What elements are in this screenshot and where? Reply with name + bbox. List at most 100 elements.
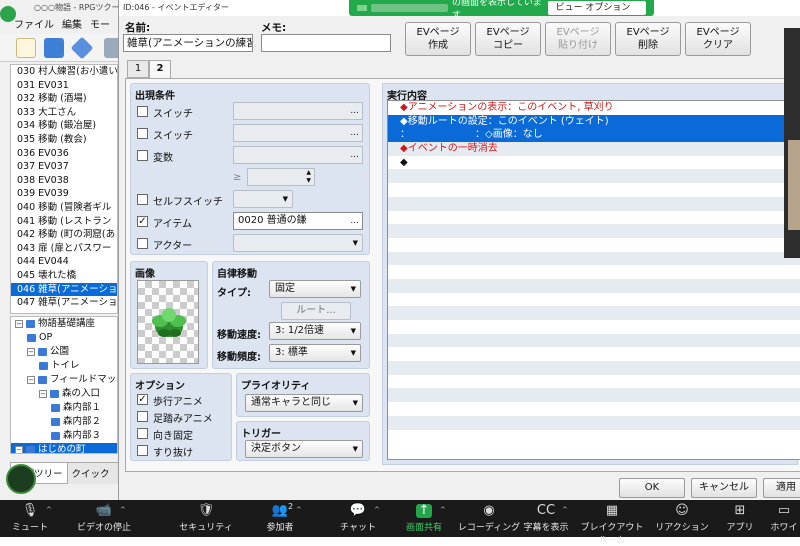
event-list-item[interactable]: 042 移動 (町の洞窟(あ bbox=[11, 228, 117, 242]
caret-up-icon[interactable]: ^ bbox=[562, 506, 568, 514]
move-type-dropdown[interactable]: 固定 ▼ bbox=[269, 280, 361, 298]
command-line-empty[interactable] bbox=[388, 430, 800, 444]
caret-up-icon[interactable]: ^ bbox=[296, 506, 302, 514]
event-list[interactable]: 030 村人練習(お小遣い 031 EV031 032 移動 (酒場) 033 大工さ… bbox=[10, 64, 118, 314]
event-list-item[interactable]: 033 大工さん bbox=[11, 106, 117, 120]
event-list-item[interactable]: 046 雑草(アニメーショ bbox=[11, 282, 117, 297]
command-line[interactable]: ◆ bbox=[388, 156, 800, 170]
event-list-item[interactable]: 034 移動 (鍛冶屋) bbox=[11, 119, 117, 133]
caret-up-icon[interactable]: ^ bbox=[46, 506, 52, 514]
tab-page-1[interactable]: 1 bbox=[127, 60, 149, 78]
self-switch-dropdown[interactable]: ▼ bbox=[233, 190, 293, 208]
command-line-empty[interactable] bbox=[388, 347, 800, 361]
item-checkbox[interactable]: ✓ bbox=[137, 216, 148, 227]
command-line-empty[interactable] bbox=[388, 333, 800, 348]
collapse-icon[interactable]: − bbox=[15, 445, 23, 453]
walk-anim-checkbox[interactable]: ✓ bbox=[137, 394, 148, 405]
paste-page-button[interactable]: EVページ 貼り付け bbox=[545, 22, 611, 56]
name-field[interactable]: 雑草(アニメーションの練習) bbox=[123, 34, 253, 52]
command-line[interactable]: ： ：◇画像：なし bbox=[388, 128, 800, 143]
command-line[interactable]: ◆アニメーションの表示：このイベント, 草刈り bbox=[388, 101, 800, 115]
new-project-icon[interactable] bbox=[16, 38, 36, 58]
switch2-field[interactable]: ... bbox=[233, 124, 363, 142]
view-options-button[interactable]: ビュー オプション ⌄ bbox=[547, 1, 646, 27]
command-line-empty[interactable] bbox=[388, 169, 800, 184]
variable-value-spinner[interactable]: ▲ ▼ bbox=[247, 168, 315, 186]
route-button[interactable]: ルート... bbox=[281, 302, 351, 320]
share-button[interactable]: ↑ 画面共有 ^ bbox=[390, 500, 458, 537]
menu-file[interactable]: ファイル bbox=[14, 16, 54, 32]
command-line-empty[interactable] bbox=[388, 196, 800, 211]
event-list-item[interactable]: 036 EV036 bbox=[11, 147, 117, 161]
actor-checkbox[interactable] bbox=[137, 238, 148, 249]
command-line-empty[interactable] bbox=[388, 238, 800, 252]
event-list-item[interactable]: 045 壊れた橋 bbox=[11, 269, 117, 283]
breakout-button[interactable]: ▦ ブレイクアウト ルーム bbox=[578, 500, 646, 546]
event-list-item[interactable]: 035 移動 (教会) bbox=[11, 133, 117, 147]
clear-page-button[interactable]: EVページ クリア bbox=[685, 22, 751, 56]
caret-up-icon[interactable]: ^ bbox=[440, 506, 446, 514]
apply-button[interactable]: 適用 bbox=[763, 478, 800, 498]
event-list-item[interactable]: 040 移動 (冒険者ギル bbox=[11, 201, 117, 215]
command-line-empty[interactable] bbox=[388, 402, 800, 416]
spinner-arrows-icon[interactable]: ▲ ▼ bbox=[306, 169, 311, 185]
command-line-empty[interactable] bbox=[388, 306, 800, 320]
command-line-empty[interactable] bbox=[388, 375, 800, 389]
video-button[interactable]: 📹 ビデオの停止 ^ bbox=[70, 500, 138, 537]
command-list[interactable]: ◆アニメーションの表示：このイベント, 草刈り ◆移動ルートの設定：このイベント … bbox=[387, 100, 800, 460]
switch1-ellipsis[interactable]: ... bbox=[350, 103, 359, 119]
whiteboard-button[interactable]: ▭ ホワイ bbox=[750, 500, 800, 537]
self-switch-checkbox[interactable] bbox=[137, 194, 148, 205]
event-list-item[interactable]: 041 移動 (レストラン bbox=[11, 215, 117, 229]
variable-checkbox[interactable] bbox=[137, 150, 148, 161]
command-line-empty[interactable] bbox=[388, 251, 800, 266]
switch1-field[interactable]: ... bbox=[233, 102, 363, 120]
event-list-item[interactable]: 030 村人練習(お小遣い bbox=[11, 65, 117, 79]
map-tree-item[interactable]: トイレ bbox=[11, 359, 117, 373]
actor-dropdown[interactable]: ▼ bbox=[233, 234, 363, 252]
event-list-item[interactable]: 031 EV031 bbox=[11, 79, 117, 93]
map-tree-item[interactable]: − 森の入口 bbox=[11, 387, 117, 401]
menu-edit[interactable]: 編集 bbox=[62, 16, 82, 32]
event-list-item[interactable]: 043 扉 (扉とパスワー bbox=[11, 242, 117, 256]
caret-up-icon[interactable]: ^ bbox=[120, 506, 126, 514]
map-tree-item[interactable]: 森内部３ bbox=[11, 429, 117, 443]
participants-button[interactable]: 👥 参加者 2 ^ bbox=[246, 500, 314, 537]
event-list-item[interactable]: 037 EV037 bbox=[11, 160, 117, 174]
command-line-empty[interactable] bbox=[388, 183, 800, 197]
map-tree-item[interactable]: 森内部１ bbox=[11, 401, 117, 415]
switch2-ellipsis[interactable]: ... bbox=[350, 125, 359, 141]
map-tree-item[interactable]: − はじめの町 bbox=[11, 443, 117, 453]
security-button[interactable]: 🛡 セキュリティ bbox=[172, 500, 240, 537]
command-line-empty[interactable] bbox=[388, 278, 800, 293]
variable-ellipsis[interactable]: ... bbox=[350, 147, 359, 163]
delete-page-button[interactable]: EVページ 削除 bbox=[615, 22, 681, 56]
command-line-empty[interactable] bbox=[388, 265, 800, 279]
new-page-button[interactable]: EVページ 作成 bbox=[405, 22, 471, 56]
event-list-item[interactable]: 047 雑草(アニメーショ bbox=[11, 296, 117, 310]
video-thumbnail-panel[interactable] bbox=[784, 28, 800, 258]
priority-dropdown[interactable]: 通常キャラと同じ ▼ bbox=[245, 394, 363, 412]
copy-page-button[interactable]: EVページ コピー bbox=[475, 22, 541, 56]
event-list-item[interactable]: 032 移動 (酒場) bbox=[11, 92, 117, 106]
switch2-checkbox[interactable] bbox=[137, 128, 148, 139]
event-list-item[interactable]: 044 EV044 bbox=[11, 255, 117, 269]
collapse-icon[interactable]: − bbox=[27, 347, 35, 356]
direction-fix-checkbox[interactable] bbox=[137, 428, 148, 439]
move-speed-dropdown[interactable]: 3: 1/2倍速 ▼ bbox=[269, 322, 361, 340]
caret-up-icon[interactable]: ^ bbox=[374, 506, 380, 514]
item-field[interactable]: 0020 普通の鎌... bbox=[233, 212, 363, 230]
ok-button[interactable]: OK bbox=[619, 478, 685, 498]
variable-field[interactable]: ... bbox=[233, 146, 363, 164]
map-tree-item[interactable]: − 物語基礎講座 bbox=[11, 317, 117, 331]
map-tree-item[interactable]: OP bbox=[11, 331, 117, 345]
move-freq-dropdown[interactable]: 3: 標準 ▼ bbox=[269, 344, 361, 362]
map-tree[interactable]: −物語基礎講座OP−公園トイレ−フィールドマップ−森の入口森内部１森内部２森内部… bbox=[10, 316, 118, 454]
save-project-icon[interactable] bbox=[70, 36, 94, 60]
command-line-empty[interactable] bbox=[388, 361, 800, 375]
command-line[interactable]: ◆移動ルートの設定：このイベント (ウェイト) bbox=[388, 114, 800, 129]
tab-page-2[interactable]: 2 bbox=[149, 60, 171, 79]
command-line-empty[interactable] bbox=[388, 388, 800, 403]
step-anim-checkbox[interactable] bbox=[137, 411, 148, 422]
pen-icon[interactable] bbox=[6, 464, 36, 494]
